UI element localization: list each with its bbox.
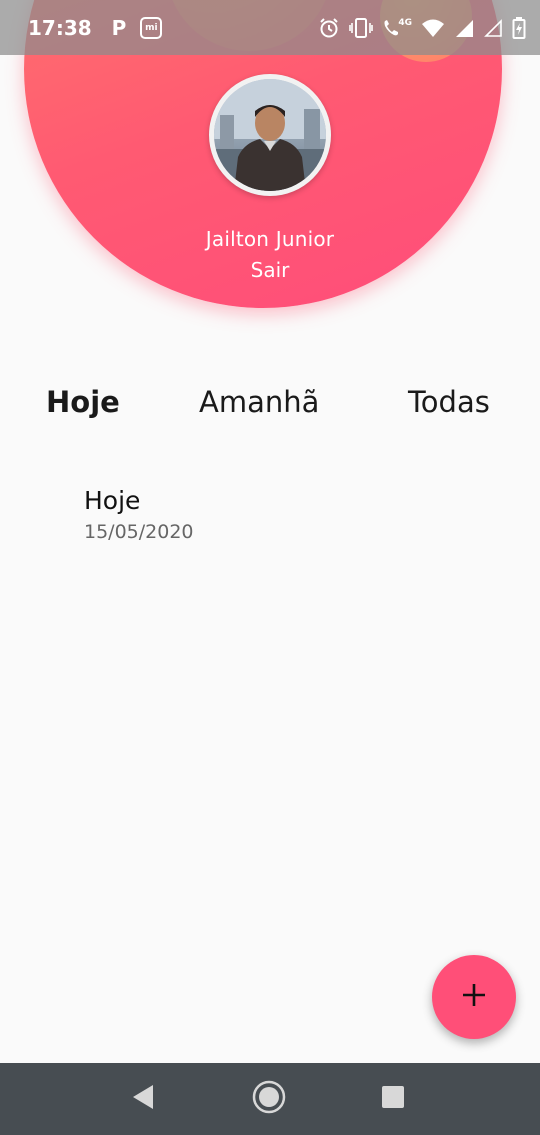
volte-call-icon: 4G bbox=[382, 18, 412, 38]
plus-icon bbox=[461, 982, 487, 1012]
add-task-button[interactable] bbox=[432, 955, 516, 1039]
status-bar: 17:38 P mi 4G bbox=[0, 0, 540, 55]
signal-icon bbox=[454, 18, 474, 38]
wifi-icon bbox=[421, 18, 445, 38]
signal-empty-icon bbox=[483, 18, 503, 38]
task-date: 15/05/2020 bbox=[84, 521, 194, 543]
avatar[interactable] bbox=[209, 74, 331, 196]
list-item[interactable]: Hoje 15/05/2020 bbox=[84, 486, 194, 543]
notification-mi-icon: mi bbox=[140, 16, 163, 39]
battery-charging-icon bbox=[512, 16, 526, 39]
network-type-label: 4G bbox=[398, 17, 412, 28]
user-name: Jailton Junior bbox=[205, 227, 335, 251]
logout-link[interactable]: Sair bbox=[0, 258, 540, 282]
day-filter-tabs: Hoje Amanhã Todas bbox=[0, 385, 540, 429]
home-icon bbox=[252, 1080, 286, 1118]
vibrate-icon bbox=[349, 17, 374, 39]
recents-icon bbox=[381, 1085, 405, 1113]
tab-hoje[interactable]: Hoje bbox=[46, 385, 120, 419]
system-nav-bar bbox=[0, 1063, 540, 1135]
avatar-photo bbox=[214, 79, 326, 191]
nav-recents-button[interactable] bbox=[363, 1063, 423, 1135]
alarm-icon bbox=[318, 17, 340, 39]
nav-home-button[interactable] bbox=[239, 1063, 299, 1135]
status-time: 17:38 bbox=[28, 15, 92, 40]
back-icon bbox=[131, 1084, 155, 1114]
notification-p-icon: P bbox=[111, 15, 127, 40]
task-title: Hoje bbox=[84, 486, 141, 515]
tab-todas[interactable]: Todas bbox=[408, 385, 490, 419]
nav-back-button[interactable] bbox=[113, 1063, 173, 1135]
tab-amanha[interactable]: Amanhã bbox=[199, 385, 319, 419]
